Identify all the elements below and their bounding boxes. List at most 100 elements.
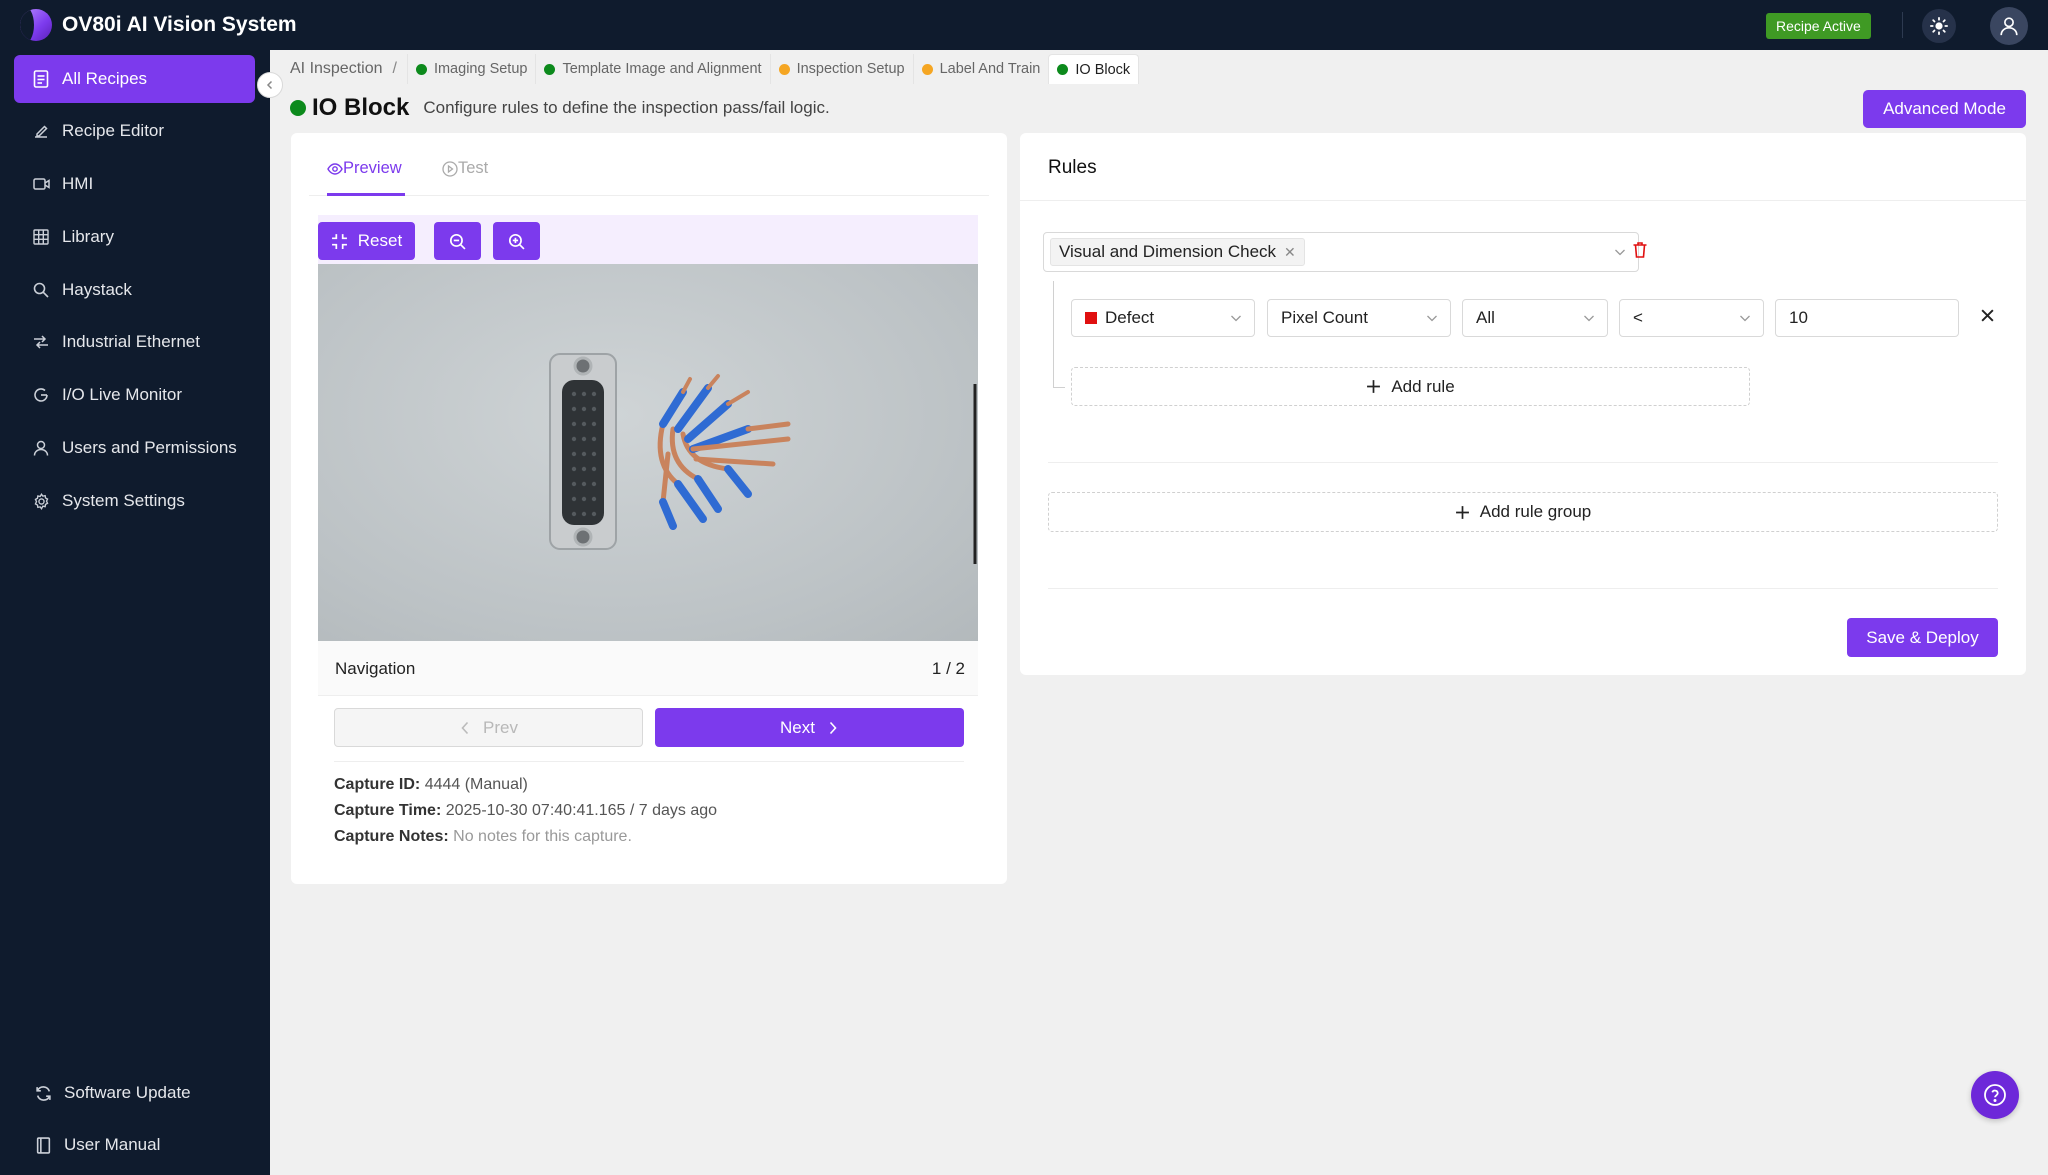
tree-connector [1053,387,1065,388]
ethernet-icon [32,333,50,351]
chevron-down-icon [1740,315,1750,322]
question-icon [1984,1084,2006,1106]
reset-button[interactable]: Reset [318,222,415,260]
add-rule-group-button[interactable]: Add rule group [1048,492,1998,532]
breadcrumb-separator: / [392,60,397,77]
capture-time-label: Capture Time: [334,802,442,819]
step-label: Inspection Setup [796,61,905,77]
plus-icon [1367,380,1381,393]
sidebar-item-hmi[interactable]: HMI [14,160,255,208]
add-rule-button[interactable]: Add rule [1071,367,1750,406]
prev-label: Prev [483,717,518,737]
step-inspection-setup[interactable]: Inspection Setup [769,54,913,84]
sidebar-item-system-settings[interactable]: System Settings [14,477,255,525]
page-title: IO Block [312,94,410,121]
prev-button[interactable]: Prev [334,708,643,747]
user-icon [2000,17,2018,36]
sidebar-item-label: User Manual [64,1135,161,1154]
sidebar-item-label: Recipe Editor [62,121,165,140]
rule-value-input[interactable]: 10 [1775,299,1959,337]
rule-group-tag-label: Visual and Dimension Check [1059,242,1277,261]
user-avatar-button[interactable] [1990,7,2028,45]
next-button[interactable]: Next [655,708,964,747]
sidebar-item-io-live-monitor[interactable]: I/O Live Monitor [14,371,255,419]
status-dot [290,100,306,116]
rule-scope-select[interactable]: All [1462,299,1608,337]
sidebar-collapse-button[interactable] [257,72,283,98]
plus-icon [1455,505,1469,519]
sidebar-item-label: I/O Live Monitor [62,385,182,404]
page-header: IO Block Configure rules to define the i… [290,92,830,124]
zoom-in-icon [508,233,525,250]
eye-icon [327,162,343,175]
zoom-in-button[interactable] [493,222,540,260]
save-deploy-button[interactable]: Save & Deploy [1847,618,1998,657]
tab-test[interactable]: Test [442,159,488,178]
sidebar-item-all-recipes[interactable]: All Recipes [14,55,255,103]
sidebar-item-haystack[interactable]: Haystack [14,266,255,314]
step-template-image-alignment[interactable]: Template Image and Alignment [535,54,769,84]
rules-title: Rules [1048,157,1097,178]
sidebar-item-users-permissions[interactable]: Users and Permissions [14,424,255,472]
compress-icon [331,233,347,249]
divider [1020,200,2026,201]
chevron-down-icon [1615,249,1625,256]
tree-connector [1053,281,1054,387]
status-dot [1057,64,1069,75]
camera-icon [32,175,50,193]
sidebar-item-label: Haystack [62,280,132,299]
help-button[interactable] [1971,1071,2019,1119]
capture-time-value: 2025-10-30 07:40:41.165 / 7 days ago [445,802,718,819]
zoom-out-button[interactable] [434,222,481,260]
rule-class-select[interactable]: Defect [1071,299,1255,337]
status-dot [778,63,790,75]
sidebar-item-library[interactable]: Library [14,213,255,261]
remove-rule-icon[interactable] [1980,308,1995,323]
top-bar: OV80i AI Vision System Recipe Active [0,0,2048,50]
capture-preview-image[interactable] [318,264,978,641]
sidebar-item-label: Users and Permissions [62,438,237,457]
user-icon [32,439,50,457]
advanced-mode-button[interactable]: Advanced Mode [1863,90,2026,128]
sidebar: All Recipes Recipe Editor HMI Library Ha… [0,50,270,1175]
step-label-and-train[interactable]: Label And Train [912,54,1049,84]
recipe-status-badge: Recipe Active [1766,13,1871,39]
step-label: Imaging Setup [433,61,528,77]
navigation-label: Navigation [335,659,416,678]
step-label: Template Image and Alignment [562,61,762,77]
play-circle-icon [442,160,458,177]
step-imaging-setup[interactable]: Imaging Setup [406,54,536,84]
sidebar-item-industrial-ethernet[interactable]: Industrial Ethernet [14,318,255,366]
delete-group-icon[interactable] [1632,241,1648,259]
zoom-out-icon [449,233,466,250]
divider [1048,588,1998,589]
app-logo [20,9,52,41]
reset-label: Reset [357,231,403,250]
chevron-left-icon [266,80,273,90]
step-io-block[interactable]: IO Block [1048,54,1140,84]
status-dot [921,63,933,75]
class-color-swatch [1085,312,1097,324]
app-title: OV80i AI Vision System [62,13,297,36]
rule-operator-value: < [1633,308,1643,327]
breadcrumb: AI Inspection / Imaging Setup Template I… [290,54,1140,84]
rule-metric-select[interactable]: Pixel Count [1267,299,1451,337]
divider [334,761,964,762]
capture-notes-value: No notes for this capture. [453,828,632,845]
rule-scope-value: All [1476,308,1495,327]
theme-toggle-button[interactable] [1922,9,1956,43]
grid-icon [32,228,50,246]
chevron-down-icon [1427,315,1437,322]
rule-group-select[interactable]: Visual and Dimension Check ✕ [1043,232,1639,272]
chevron-down-icon [1231,315,1241,322]
breadcrumb-root[interactable]: AI Inspection [290,60,383,78]
sidebar-item-recipe-editor[interactable]: Recipe Editor [14,107,255,155]
sidebar-item-software-update[interactable]: Software Update [14,1069,255,1117]
tab-preview[interactable]: Preview [327,159,402,178]
step-label: Label And Train [939,61,1041,77]
rule-operator-select[interactable]: < [1619,299,1764,337]
next-label: Next [780,717,815,737]
sidebar-item-label: HMI [62,174,94,193]
remove-tag-icon[interactable]: ✕ [1284,244,1296,261]
sidebar-item-user-manual[interactable]: User Manual [14,1121,255,1169]
